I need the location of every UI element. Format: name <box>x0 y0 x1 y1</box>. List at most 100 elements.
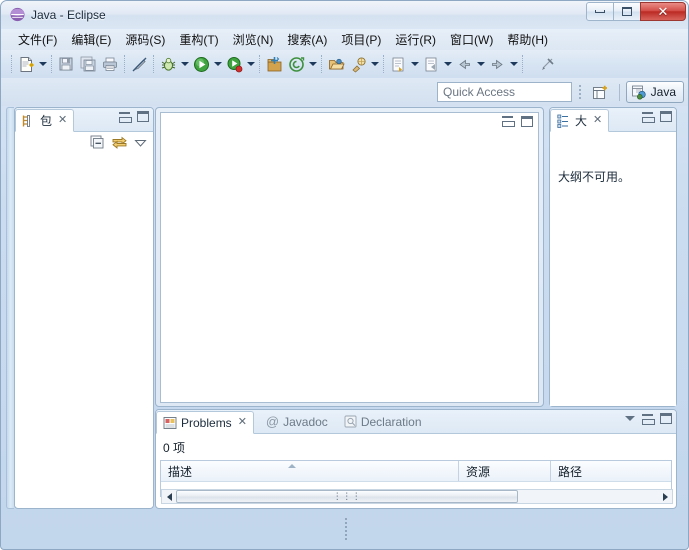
forward-arrow-icon[interactable] <box>486 53 508 75</box>
chevron-down-icon[interactable] <box>409 53 420 75</box>
tab-problems[interactable]: Problems ✕ <box>156 411 254 434</box>
toolbar-separator <box>321 55 322 73</box>
menu-window[interactable]: 窗口(W) <box>443 29 500 50</box>
chevron-down-icon[interactable] <box>369 53 380 75</box>
run-record-icon[interactable] <box>223 53 245 75</box>
prev-edit-icon[interactable] <box>420 53 442 75</box>
maximize-icon[interactable] <box>660 413 672 424</box>
java-project-icon[interactable] <box>263 53 285 75</box>
close-icon[interactable]: ✕ <box>238 417 247 428</box>
quick-access-input[interactable]: Quick Access <box>437 82 572 102</box>
print-icon[interactable] <box>99 53 121 75</box>
maximize-icon[interactable] <box>137 111 149 122</box>
outline-tabs: 大 ✕ <box>550 108 676 132</box>
open-folder-icon[interactable] <box>325 53 347 75</box>
package-explorer-tabs: 包 ✕ <box>15 108 153 132</box>
minimize-icon[interactable] <box>119 112 132 123</box>
close-icon[interactable]: ✕ <box>593 115 602 126</box>
scroll-right-icon[interactable] <box>658 490 672 503</box>
maximize-icon[interactable] <box>660 111 672 122</box>
scrollbar-thumb[interactable]: ⋮⋮⋮ <box>176 490 518 503</box>
perspective-java-button[interactable]: Java <box>625 81 684 103</box>
column-header-path[interactable]: 路径 <box>551 461 671 481</box>
close-window-button[interactable]: ✕ <box>640 2 686 21</box>
minimize-icon[interactable] <box>502 116 515 127</box>
menu-run[interactable]: 运行(R) <box>388 29 443 50</box>
chevron-down-icon[interactable] <box>179 53 190 75</box>
pin-icon[interactable] <box>536 53 558 75</box>
scroll-left-icon[interactable] <box>162 490 176 503</box>
problems-count-label: 0 项 <box>163 441 186 455</box>
menu-navigate[interactable]: 浏览(N) <box>226 29 281 50</box>
view-menu-icon[interactable] <box>625 416 635 421</box>
search-wand-icon[interactable] <box>347 53 369 75</box>
collapse-all-icon[interactable] <box>90 135 105 150</box>
workbench: 包 ✕ 大 ✕ 大纲不可用。 Problems ✕ @ Javadoc Decl… <box>6 107 685 545</box>
maximize-icon[interactable] <box>521 116 533 127</box>
tab-label: 大 <box>575 114 588 128</box>
package-explorer-view: 包 ✕ <box>14 107 154 509</box>
menu-search[interactable]: 搜索(A) <box>280 29 334 50</box>
menu-help[interactable]: 帮助(H) <box>500 29 555 50</box>
chevron-down-icon[interactable] <box>307 53 318 75</box>
perspective-label: Java <box>650 85 676 99</box>
tab-label: 包 <box>40 114 53 128</box>
save-icon[interactable] <box>55 53 77 75</box>
next-annotation-icon[interactable] <box>387 53 409 75</box>
outline-icon <box>557 114 571 128</box>
minimize-icon <box>595 10 605 13</box>
chevron-down-icon[interactable] <box>212 53 223 75</box>
problems-horizontal-scrollbar[interactable]: ⋮⋮⋮ <box>161 489 673 504</box>
scrollbar-track[interactable]: ⋮⋮⋮ <box>176 490 658 503</box>
bottom-sash-grip[interactable] <box>6 518 685 540</box>
new-file-icon[interactable] <box>15 53 37 75</box>
menu-source[interactable]: 源码(S) <box>118 29 172 50</box>
save-all-icon[interactable] <box>77 53 99 75</box>
toolbar-separator <box>124 55 125 73</box>
chevron-down-icon[interactable] <box>442 53 453 75</box>
bug-icon[interactable] <box>157 53 179 75</box>
menu-refactor[interactable]: 重构(T) <box>172 29 225 50</box>
maximize-window-button[interactable] <box>613 2 641 21</box>
close-icon: ✕ <box>657 4 669 19</box>
column-label: 路径 <box>558 465 583 479</box>
link-with-editor-icon[interactable] <box>111 135 128 150</box>
editor-canvas[interactable] <box>160 112 539 403</box>
package-explorer-toolbar <box>15 132 153 154</box>
tab-outline[interactable]: 大 ✕ <box>550 109 610 132</box>
annotation-icon[interactable] <box>285 53 307 75</box>
chevron-down-icon[interactable] <box>37 53 48 75</box>
sort-ascending-icon <box>287 464 296 468</box>
close-icon[interactable]: ✕ <box>58 115 67 126</box>
outline-body: 大纲不可用。 <box>550 132 676 406</box>
toolbar-separator <box>51 55 52 73</box>
column-header-resource[interactable]: 资源 <box>459 461 551 481</box>
pencil-slash-icon[interactable] <box>128 53 150 75</box>
package-explorer-tree[interactable] <box>15 154 153 506</box>
view-menu-icon[interactable] <box>134 136 147 149</box>
chevron-down-icon[interactable] <box>245 53 256 75</box>
tab-javadoc[interactable]: @ Javadoc <box>260 410 334 433</box>
eclipse-icon <box>9 7 25 23</box>
quick-access-grip <box>578 83 582 101</box>
minimize-window-button[interactable] <box>586 2 614 21</box>
problems-icon <box>163 416 177 430</box>
menu-project[interactable]: 项目(P) <box>334 29 388 50</box>
chevron-down-icon[interactable] <box>475 53 486 75</box>
declaration-icon <box>344 415 357 428</box>
menu-file[interactable]: 文件(F) <box>11 29 64 50</box>
chevron-down-icon[interactable] <box>508 53 519 75</box>
minimize-icon[interactable] <box>642 414 655 425</box>
run-play-icon[interactable] <box>190 53 212 75</box>
menu-edit[interactable]: 编辑(E) <box>64 29 118 50</box>
problems-view-stack: Problems ✕ @ Javadoc Declaration 0 项 描述 … <box>155 409 677 509</box>
tab-package-explorer[interactable]: 包 ✕ <box>15 109 75 132</box>
perspective-toolbar: Quick Access Java <box>1 78 688 106</box>
java-perspective-icon <box>631 84 647 100</box>
minimize-icon[interactable] <box>642 112 655 123</box>
back-arrow-icon[interactable] <box>453 53 475 75</box>
tab-declaration[interactable]: Declaration <box>338 410 428 433</box>
column-header-description[interactable]: 描述 <box>161 461 459 481</box>
open-perspective-button[interactable] <box>588 83 612 103</box>
fast-view-bar[interactable] <box>6 107 14 509</box>
